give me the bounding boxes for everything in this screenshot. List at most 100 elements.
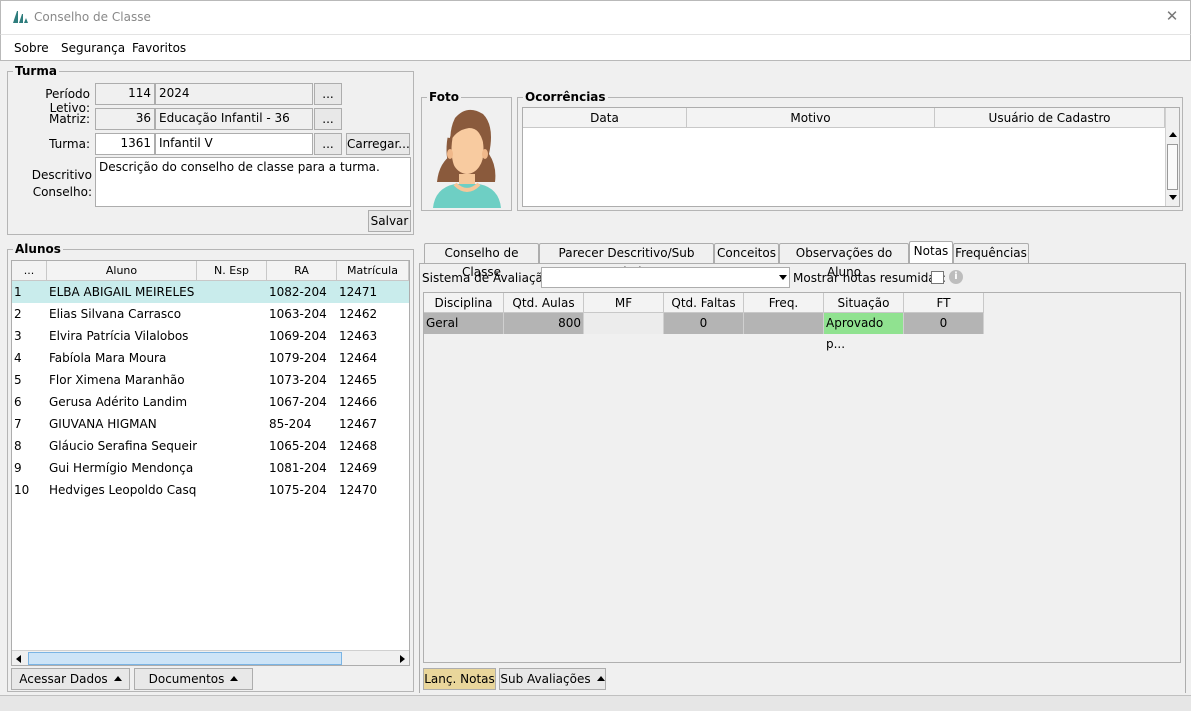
tab-frequencias[interactable]: Frequências	[953, 243, 1029, 264]
truncated-column-edge	[409, 303, 410, 325]
alunos-cell-n: 7	[14, 417, 22, 431]
notas-col-faltas[interactable]: Qtd. Faltas	[664, 293, 744, 313]
truncated-column-edge	[409, 413, 410, 435]
dropdown-up-icon	[596, 675, 605, 681]
notas-cell-faltas[interactable]: 0	[664, 313, 744, 334]
ocorrencias-scrollbar[interactable]	[1165, 108, 1179, 206]
foto-group-title: Foto	[427, 90, 461, 104]
ocorrencias-col-data[interactable]: Data	[523, 108, 687, 128]
scroll-left-icon[interactable]	[16, 655, 21, 663]
alunos-cell-mat: 12470	[339, 483, 378, 497]
matriz-code-field[interactable]: 36	[95, 108, 155, 130]
close-icon[interactable]: ✕	[1164, 8, 1180, 24]
notas-cell-situacao[interactable]: Aprovado p...	[824, 313, 904, 351]
alunos-cell-mat: 12471	[339, 285, 378, 299]
student-photo	[433, 109, 501, 208]
ocorrencias-table[interactable]: Data Motivo Usuário de Cadastro	[522, 107, 1180, 207]
matriz-value-field[interactable]: Educação Infantil - 36	[155, 108, 313, 130]
table-row[interactable]: 7 GIUVANA HIGMAN 85-204 12467	[12, 413, 410, 435]
alunos-cell-esp	[197, 325, 267, 347]
truncated-column-edge	[409, 479, 410, 501]
notas-cell-mf[interactable]	[584, 313, 664, 334]
tab-notas[interactable]: Notas	[909, 241, 953, 264]
notas-table[interactable]: Disciplina Qtd. Aulas MF Qtd. Faltas Freq. Si…	[423, 292, 1181, 663]
turma-value-field[interactable]: Infantil V	[155, 133, 313, 155]
notas-cell-aulas[interactable]: 800	[504, 313, 584, 334]
table-row[interactable]: 5 Flor Ximena Maranhão 1073-204 12465	[12, 369, 409, 391]
carregar-button[interactable]: Carregar...	[346, 133, 410, 155]
notas-cell-freq[interactable]	[744, 313, 824, 334]
alunos-cell-ra: 1067-204	[269, 395, 327, 409]
sub-avaliacoes-button[interactable]: Sub Avaliações	[499, 668, 606, 690]
periodo-value-field[interactable]: 2024	[155, 83, 313, 105]
notas-col-ft[interactable]: FT	[904, 293, 984, 313]
scroll-up-icon[interactable]	[1169, 132, 1177, 137]
menu-seguranca[interactable]: Segurança	[61, 41, 125, 55]
alunos-cell-mat: 12463	[339, 329, 378, 343]
alunos-cell-nome: Elvira Patrícia Vilalobos	[49, 329, 189, 343]
notas-col-disciplina[interactable]: Disciplina	[424, 293, 504, 313]
sistema-avaliacao-select[interactable]	[541, 267, 790, 288]
table-row[interactable]: 6 Gerusa Adérito Landim 1067-204 12466	[12, 391, 409, 413]
notas-cell-disciplina[interactable]: Geral	[424, 313, 504, 334]
alunos-col-ra[interactable]: RA	[267, 261, 337, 281]
scroll-right-icon[interactable]	[400, 655, 405, 663]
menu-favoritos[interactable]: Favoritos	[132, 41, 186, 55]
scroll-down-icon[interactable]	[1169, 195, 1177, 200]
table-row[interactable]: 4 Fabíola Mara Moura 1079-204 12464	[12, 347, 409, 369]
turma-group-title: Turma	[13, 64, 59, 78]
turma-lookup-button[interactable]: ...	[314, 133, 342, 155]
alunos-cell-nome: Elias Silvana Carrasco	[49, 307, 182, 321]
table-row[interactable]: 10 Hedviges Leopoldo Casqu... 1075-204 1247…	[12, 479, 410, 501]
tab-conselho-classe[interactable]: Conselho de Classe	[424, 243, 539, 279]
table-row[interactable]: 2 Elias Silvana Carrasco 1063-204 12462	[12, 303, 410, 325]
tab-conceitos[interactable]: Conceitos	[714, 243, 779, 264]
acessar-dados-button[interactable]: Acessar Dados	[11, 668, 130, 690]
ocorrencias-scroll-thumb[interactable]	[1167, 144, 1178, 190]
notas-col-mf[interactable]: MF	[584, 293, 664, 313]
documentos-button[interactable]: Documentos	[134, 668, 253, 690]
ocorrencias-col-motivo[interactable]: Motivo	[687, 108, 935, 128]
notas-col-aulas[interactable]: Qtd. Aulas	[504, 293, 584, 313]
table-row[interactable]: 1 ELBA ABIGAIL MEIRELES 1082-204 12471	[12, 281, 409, 303]
alunos-cell-n: 3	[14, 329, 22, 343]
alunos-cell-esp	[197, 303, 267, 325]
mostrar-notas-checkbox[interactable]	[931, 271, 944, 284]
lanc-notas-button[interactable]: Lanç. Notas	[423, 668, 496, 690]
alunos-col-aluno[interactable]: Aluno	[47, 261, 197, 281]
alunos-col-index[interactable]: ...	[12, 261, 47, 281]
notas-col-freq[interactable]: Freq.	[744, 293, 824, 313]
alunos-hscrollbar[interactable]	[12, 650, 409, 665]
alunos-cell-nome: Gui Hermígio Mendonça	[49, 461, 194, 475]
table-row[interactable]: 8 Gláucio Serafina Sequeira 1065-204 12468	[12, 435, 409, 457]
salvar-button[interactable]: Salvar	[368, 210, 411, 232]
alunos-col-nesp[interactable]: N. Esp	[197, 261, 267, 281]
alunos-hscroll-thumb[interactable]	[28, 652, 342, 665]
periodo-code-field[interactable]: 114	[95, 83, 155, 105]
alunos-col-matricula[interactable]: Matrícula	[337, 261, 409, 281]
alunos-cell-esp	[197, 347, 267, 369]
table-row[interactable]: 3 Elvira Patrícia Vilalobos 1069-204 12463	[12, 325, 409, 347]
documentos-label: Documentos	[148, 672, 225, 686]
alunos-cell-esp	[197, 369, 267, 391]
dropdown-up-icon	[113, 675, 122, 681]
alunos-cell-n: 5	[14, 373, 22, 387]
sistema-avaliacao-label: Sistema de Avaliação:	[422, 271, 555, 285]
alunos-cell-nome: Flor Ximena Maranhão	[49, 373, 185, 387]
alunos-cell-n: 9	[14, 461, 22, 475]
turma-code-field[interactable]: 1361	[95, 133, 155, 155]
table-row[interactable]: 9 Gui Hermígio Mendonça 1081-204 12469	[12, 457, 409, 479]
matriz-lookup-button[interactable]: ...	[314, 108, 342, 130]
menu-sobre[interactable]: Sobre	[14, 41, 49, 55]
periodo-lookup-button[interactable]: ...	[314, 83, 342, 105]
tab-parecer-descritivo[interactable]: Parecer Descritivo/Sub Periodo	[539, 243, 714, 279]
descritivo-textarea[interactable]: Descrição do conselho de classe para a t…	[95, 157, 411, 207]
notas-cell-ft[interactable]: 0	[904, 313, 984, 334]
alunos-cell-esp	[197, 391, 267, 413]
alunos-table[interactable]: ... Aluno N. Esp RA Matrícula 1 ELBA ABIG…	[11, 260, 410, 666]
info-icon[interactable]: i	[949, 270, 963, 284]
notas-col-situacao[interactable]: Situação	[824, 293, 904, 313]
alunos-cell-nome: Gerusa Adérito Landim	[49, 395, 188, 409]
tab-observacoes-aluno[interactable]: Observações do Aluno	[779, 243, 909, 279]
ocorrencias-col-usuario[interactable]: Usuário de Cadastro	[935, 108, 1165, 128]
